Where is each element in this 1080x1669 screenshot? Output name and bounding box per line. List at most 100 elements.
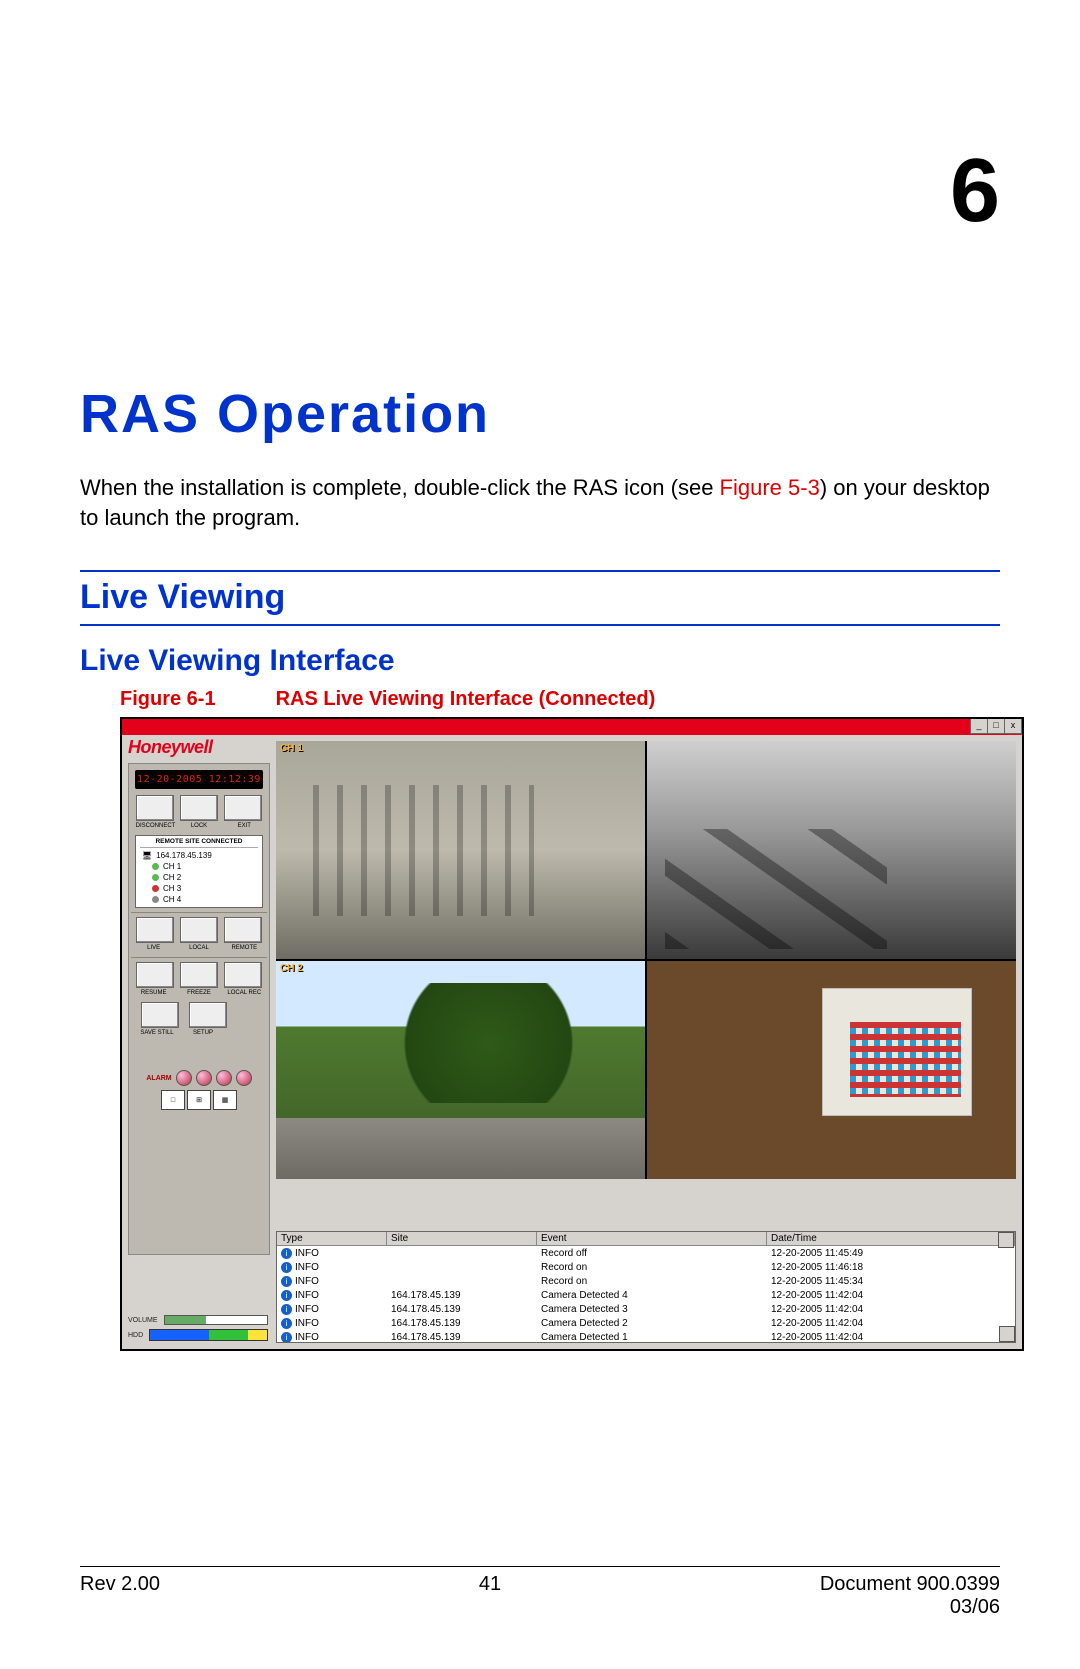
local-rec-label: LOCAL REC: [226, 990, 262, 996]
hdd-usage-meter: [149, 1329, 268, 1341]
button-row-4: [133, 1002, 265, 1028]
site-tree[interactable]: REMOTE SITE CONNECTED 🖥 164.178.45.139 C…: [135, 835, 263, 908]
log-row[interactable]: iINFO164.178.45.139Camera Detected 412-2…: [277, 1288, 1015, 1302]
lock-button[interactable]: [180, 795, 218, 821]
minimize-button[interactable]: _: [970, 718, 988, 734]
button-labels-3: RESUME FREEZE LOCAL REC: [131, 990, 267, 996]
button-row-3: [133, 962, 265, 988]
log-header-row: Type Site Event Date/Time: [277, 1232, 1015, 1246]
status-dot-icon: [152, 863, 159, 870]
setup-label: SETUP: [185, 1030, 221, 1036]
intro-pre: When the installation is complete, doubl…: [80, 475, 720, 500]
live-button[interactable]: [136, 917, 174, 943]
info-icon: i: [281, 1332, 292, 1343]
live-label: LIVE: [136, 945, 172, 951]
log-row[interactable]: iINFO164.178.45.139Camera Detected 112-2…: [277, 1330, 1015, 1342]
timestamp-display: 12-20-2005 12:12:39: [135, 770, 263, 789]
local-button[interactable]: [180, 917, 218, 943]
log-row[interactable]: iINFORecord on12-20-2005 11:46:18: [277, 1260, 1015, 1274]
status-dot-icon: [152, 874, 159, 881]
scroll-track: [999, 1232, 1015, 1246]
figure-reference-link[interactable]: Figure 5-3: [720, 475, 820, 500]
camera-feed-4[interactable]: [647, 961, 1016, 1179]
honeywell-logo: Honeywell: [128, 737, 213, 759]
col-site[interactable]: Site: [387, 1232, 537, 1246]
col-type[interactable]: Type: [277, 1232, 387, 1246]
layout-multi-button[interactable]: ▦: [213, 1090, 237, 1110]
camera-grid: CH 1 CH 2: [276, 741, 1016, 1179]
log-row[interactable]: iINFO164.178.45.139Camera Detected 312-2…: [277, 1302, 1015, 1316]
remote-button[interactable]: [224, 917, 262, 943]
resume-button[interactable]: [136, 962, 174, 988]
info-icon: i: [281, 1304, 292, 1315]
intro-paragraph: When the installation is complete, doubl…: [80, 473, 1000, 532]
disconnect-label: DISCONNECT: [136, 823, 172, 829]
volume-slider[interactable]: [164, 1315, 268, 1325]
freeze-label: FREEZE: [181, 990, 217, 996]
site-ip: 164.178.45.139: [156, 851, 212, 860]
alarm-led-icon: [176, 1070, 192, 1086]
button-labels-2: LIVE LOCAL REMOTE: [131, 945, 267, 951]
exit-label: EXIT: [226, 823, 262, 829]
section-heading-live-viewing: Live Viewing: [80, 570, 1000, 626]
log-row[interactable]: iINFORecord off12-20-2005 11:45:49: [277, 1246, 1015, 1260]
volume-label: VOLUME: [128, 1317, 158, 1324]
figure-title: RAS Live Viewing Interface (Connected): [276, 688, 656, 710]
info-icon: i: [281, 1276, 292, 1287]
info-icon: i: [281, 1318, 292, 1329]
camera-feed-3[interactable]: CH 2: [276, 961, 645, 1179]
disconnect-button[interactable]: [136, 795, 174, 821]
layout-single-button[interactable]: □: [161, 1090, 185, 1110]
exit-button[interactable]: [224, 795, 262, 821]
channel-label: CH 2: [163, 873, 181, 882]
info-icon: i: [281, 1290, 292, 1301]
layout-quad-button[interactable]: ⊞: [187, 1090, 211, 1110]
footer-rev: Rev 2.00: [80, 1573, 160, 1596]
close-button[interactable]: x: [1004, 718, 1022, 734]
button-labels-4: SAVE STILL SETUP: [131, 1030, 267, 1036]
col-event[interactable]: Event: [537, 1232, 767, 1246]
camera-feed-1[interactable]: CH 1: [276, 741, 645, 959]
button-labels-1: DISCONNECT LOCK EXIT: [131, 823, 267, 829]
status-dot-icon: [152, 896, 159, 903]
save-still-label: SAVE STILL: [139, 1030, 175, 1036]
subsection-heading-interface: Live Viewing Interface: [80, 644, 1000, 678]
title-bar: [122, 719, 1022, 735]
freeze-button[interactable]: [180, 962, 218, 988]
separator: [131, 957, 267, 958]
event-log: Type Site Event Date/Time iINFORecord of…: [276, 1231, 1016, 1343]
remote-label: REMOTE: [226, 945, 262, 951]
info-icon: i: [281, 1262, 292, 1273]
alarm-led-icon: [236, 1070, 252, 1086]
footer-date: 03/06: [950, 1596, 1000, 1618]
meters: VOLUME HDD: [128, 1311, 268, 1341]
maximize-button[interactable]: □: [987, 718, 1005, 734]
alarm-indicator-row: ALARM: [131, 1070, 267, 1086]
figure-label: Figure 6-1: [120, 688, 216, 710]
figure-caption: Figure 6-1 RAS Live Viewing Interface (Co…: [80, 688, 1000, 711]
setup-button[interactable]: [189, 1002, 227, 1028]
info-icon: i: [281, 1248, 292, 1259]
chapter-title: RAS Operation: [80, 383, 1000, 445]
local-rec-button[interactable]: [224, 962, 262, 988]
button-row-2: [133, 917, 265, 943]
save-still-button[interactable]: [141, 1002, 179, 1028]
local-label: LOCAL: [181, 945, 217, 951]
scroll-up-button[interactable]: [998, 1232, 1014, 1248]
alarm-label: ALARM: [146, 1075, 171, 1082]
status-dot-icon: [152, 885, 159, 892]
log-row[interactable]: iINFORecord on12-20-2005 11:45:34: [277, 1274, 1015, 1288]
ras-app-window: _ □ x Honeywell 12-20-2005 12:12:39 DISC…: [120, 717, 1024, 1351]
layout-selector: □ ⊞ ▦: [131, 1090, 267, 1110]
camera-feed-2[interactable]: [647, 741, 1016, 959]
scroll-down-button[interactable]: [999, 1326, 1015, 1342]
monitor-icon: 🖥: [142, 851, 152, 860]
camera-tag: CH 2: [280, 963, 303, 974]
tree-title: REMOTE SITE CONNECTED: [140, 838, 258, 848]
hdd-label: HDD: [128, 1332, 143, 1339]
col-datetime[interactable]: Date/Time: [767, 1232, 999, 1246]
lock-label: LOCK: [181, 823, 217, 829]
camera-tag: CH 1: [280, 743, 303, 754]
log-row[interactable]: iINFO164.178.45.139Camera Detected 212-2…: [277, 1316, 1015, 1330]
chapter-number: 6: [80, 140, 1000, 243]
